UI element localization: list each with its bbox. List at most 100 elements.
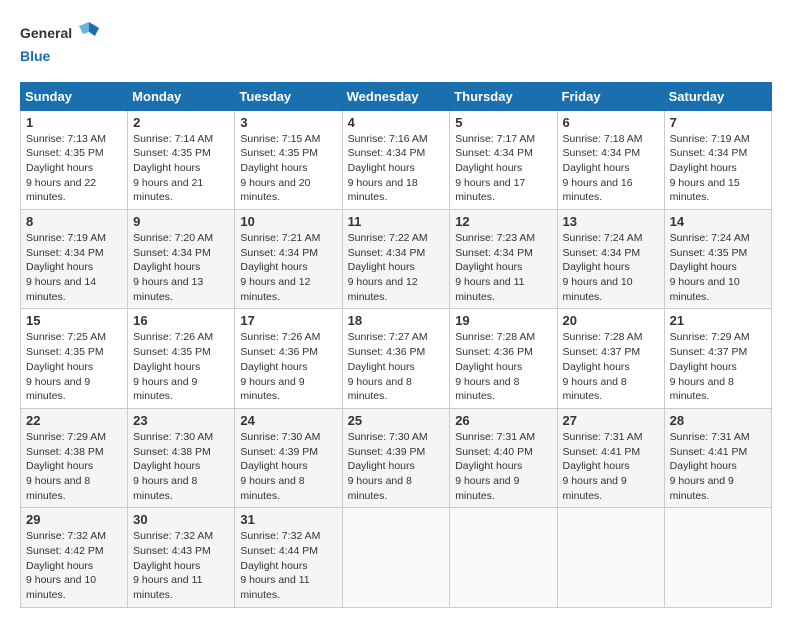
weekday-header-sunday: Sunday — [21, 82, 128, 110]
calendar-cell: 15 Sunrise: 7:25 AMSunset: 4:35 PMDayligh… — [21, 309, 128, 408]
calendar-cell: 21Sunrise: 7:29 AMSunset: 4:37 PMDayligh… — [664, 309, 771, 408]
logo-general: General — [20, 25, 72, 41]
calendar-cell: 20 Sunrise: 7:28 AMSunset: 4:37 PMDayligh… — [557, 309, 664, 408]
day-info: Sunrise: 7:25 AMSunset: 4:35 PMDaylight … — [26, 330, 122, 403]
day-number: 14 — [670, 214, 766, 229]
calendar-cell: 14 Sunrise: 7:24 AMSunset: 4:35 PMDayligh… — [664, 210, 771, 309]
day-number: 31 — [240, 512, 336, 527]
day-info: Sunrise: 7:30 AMSunset: 4:39 PMDaylight … — [240, 430, 336, 503]
logo-bird-icon — [79, 20, 99, 48]
weekday-header-monday: Monday — [128, 82, 235, 110]
calendar-cell: 10 Sunrise: 7:21 AMSunset: 4:34 PMDayligh… — [235, 210, 342, 309]
day-info: Sunrise: 7:20 AMSunset: 4:34 PMDaylight … — [133, 231, 229, 304]
day-info: Sunrise: 7:28 AMSunset: 4:37 PMDaylight … — [563, 330, 659, 403]
calendar-cell: 12 Sunrise: 7:23 AMSunset: 4:34 PMDayligh… — [450, 210, 557, 309]
day-info: Sunrise: 7:29 AMSunset: 4:38 PMDaylight … — [26, 430, 122, 503]
calendar-cell: 13 Sunrise: 7:24 AMSunset: 4:34 PMDayligh… — [557, 210, 664, 309]
day-number: 26 — [455, 413, 551, 428]
day-number: 21 — [670, 313, 766, 328]
week-row-4: 22 Sunrise: 7:29 AMSunset: 4:38 PMDayligh… — [21, 408, 772, 507]
week-row-3: 15 Sunrise: 7:25 AMSunset: 4:35 PMDayligh… — [21, 309, 772, 408]
day-number: 1 — [26, 115, 122, 130]
day-number: 22 — [26, 413, 122, 428]
calendar-cell: 25 Sunrise: 7:30 AMSunset: 4:39 PMDayligh… — [342, 408, 450, 507]
calendar-cell: 27 Sunrise: 7:31 AMSunset: 4:41 PMDayligh… — [557, 408, 664, 507]
calendar-cell: 31 Sunrise: 7:32 AMSunset: 4:44 PMDayligh… — [235, 508, 342, 607]
day-number: 8 — [26, 214, 122, 229]
day-number: 20 — [563, 313, 659, 328]
calendar-cell: 22 Sunrise: 7:29 AMSunset: 4:38 PMDayligh… — [21, 408, 128, 507]
calendar-cell: 2 Sunrise: 7:14 AMSunset: 4:35 PMDaylight… — [128, 110, 235, 209]
weekday-header-wednesday: Wednesday — [342, 82, 450, 110]
calendar-cell — [450, 508, 557, 607]
calendar-cell: 6 Sunrise: 7:18 AMSunset: 4:34 PMDaylight… — [557, 110, 664, 209]
day-number: 17 — [240, 313, 336, 328]
week-row-1: 1Sunrise: 7:13 AMSunset: 4:35 PMDaylight… — [21, 110, 772, 209]
weekday-header-friday: Friday — [557, 82, 664, 110]
day-info: Sunrise: 7:26 AMSunset: 4:36 PMDaylight … — [240, 330, 336, 403]
day-info: Sunrise: 7:31 AMSunset: 4:41 PMDaylight … — [670, 430, 766, 503]
calendar-cell — [664, 508, 771, 607]
day-info: Sunrise: 7:32 AMSunset: 4:44 PMDaylight … — [240, 529, 336, 602]
calendar-cell: 29Sunrise: 7:32 AMSunset: 4:42 PMDayligh… — [21, 508, 128, 607]
day-number: 5 — [455, 115, 551, 130]
day-number: 27 — [563, 413, 659, 428]
day-info: Sunrise: 7:23 AMSunset: 4:34 PMDaylight … — [455, 231, 551, 304]
day-number: 13 — [563, 214, 659, 229]
weekday-header-tuesday: Tuesday — [235, 82, 342, 110]
calendar-cell: 28 Sunrise: 7:31 AMSunset: 4:41 PMDayligh… — [664, 408, 771, 507]
logo-blue: Blue — [20, 48, 50, 64]
calendar-cell: 11Sunrise: 7:22 AMSunset: 4:34 PMDayligh… — [342, 210, 450, 309]
calendar-cell: 5 Sunrise: 7:17 AMSunset: 4:34 PMDaylight… — [450, 110, 557, 209]
day-info: Sunrise: 7:24 AMSunset: 4:35 PMDaylight … — [670, 231, 766, 304]
calendar-cell: 3Sunrise: 7:15 AMSunset: 4:35 PMDaylight… — [235, 110, 342, 209]
calendar-cell — [342, 508, 450, 607]
calendar-cell: 30Sunrise: 7:32 AMSunset: 4:43 PMDayligh… — [128, 508, 235, 607]
day-number: 30 — [133, 512, 229, 527]
calendar-body: 1Sunrise: 7:13 AMSunset: 4:35 PMDaylight… — [21, 110, 772, 607]
day-number: 7 — [670, 115, 766, 130]
day-info: Sunrise: 7:15 AMSunset: 4:35 PMDaylight … — [240, 132, 336, 205]
day-info: Sunrise: 7:26 AMSunset: 4:35 PMDaylight … — [133, 330, 229, 403]
day-info: Sunrise: 7:30 AMSunset: 4:39 PMDaylight … — [348, 430, 445, 503]
day-info: Sunrise: 7:21 AMSunset: 4:34 PMDaylight … — [240, 231, 336, 304]
day-number: 15 — [26, 313, 122, 328]
weekday-header-saturday: Saturday — [664, 82, 771, 110]
calendar-cell: 23 Sunrise: 7:30 AMSunset: 4:38 PMDayligh… — [128, 408, 235, 507]
day-info: Sunrise: 7:28 AMSunset: 4:36 PMDaylight … — [455, 330, 551, 403]
day-info: Sunrise: 7:18 AMSunset: 4:34 PMDaylight … — [563, 132, 659, 205]
calendar-cell: 7 Sunrise: 7:19 AMSunset: 4:34 PMDaylight… — [664, 110, 771, 209]
day-number: 12 — [455, 214, 551, 229]
day-number: 19 — [455, 313, 551, 328]
day-number: 4 — [348, 115, 445, 130]
day-number: 28 — [670, 413, 766, 428]
calendar-cell: 1Sunrise: 7:13 AMSunset: 4:35 PMDaylight… — [21, 110, 128, 209]
calendar-table: SundayMondayTuesdayWednesdayThursdayFrid… — [20, 82, 772, 608]
weekday-header-row: SundayMondayTuesdayWednesdayThursdayFrid… — [21, 82, 772, 110]
day-info: Sunrise: 7:17 AMSunset: 4:34 PMDaylight … — [455, 132, 551, 205]
day-info: Sunrise: 7:19 AMSunset: 4:34 PMDaylight … — [670, 132, 766, 205]
day-info: Sunrise: 7:27 AMSunset: 4:36 PMDaylight … — [348, 330, 445, 403]
day-info: Sunrise: 7:31 AMSunset: 4:40 PMDaylight … — [455, 430, 551, 503]
day-number: 9 — [133, 214, 229, 229]
day-number: 24 — [240, 413, 336, 428]
logo-container: General Blue — [20, 20, 99, 66]
week-row-2: 8Sunrise: 7:19 AMSunset: 4:34 PMDaylight… — [21, 210, 772, 309]
day-number: 10 — [240, 214, 336, 229]
day-info: Sunrise: 7:14 AMSunset: 4:35 PMDaylight … — [133, 132, 229, 205]
day-info: Sunrise: 7:22 AMSunset: 4:34 PMDaylight … — [348, 231, 445, 304]
day-info: Sunrise: 7:24 AMSunset: 4:34 PMDaylight … — [563, 231, 659, 304]
calendar-cell: 17 Sunrise: 7:26 AMSunset: 4:36 PMDayligh… — [235, 309, 342, 408]
day-number: 25 — [348, 413, 445, 428]
calendar-cell: 9 Sunrise: 7:20 AMSunset: 4:34 PMDaylight… — [128, 210, 235, 309]
day-number: 2 — [133, 115, 229, 130]
logo: General Blue — [20, 20, 99, 66]
calendar-cell: 8Sunrise: 7:19 AMSunset: 4:34 PMDaylight… — [21, 210, 128, 309]
calendar-cell: 4Sunrise: 7:16 AMSunset: 4:34 PMDaylight… — [342, 110, 450, 209]
day-info: Sunrise: 7:30 AMSunset: 4:38 PMDaylight … — [133, 430, 229, 503]
day-info: Sunrise: 7:31 AMSunset: 4:41 PMDaylight … — [563, 430, 659, 503]
calendar-cell: 26 Sunrise: 7:31 AMSunset: 4:40 PMDayligh… — [450, 408, 557, 507]
day-number: 6 — [563, 115, 659, 130]
day-number: 23 — [133, 413, 229, 428]
page-header: General Blue — [20, 20, 772, 66]
